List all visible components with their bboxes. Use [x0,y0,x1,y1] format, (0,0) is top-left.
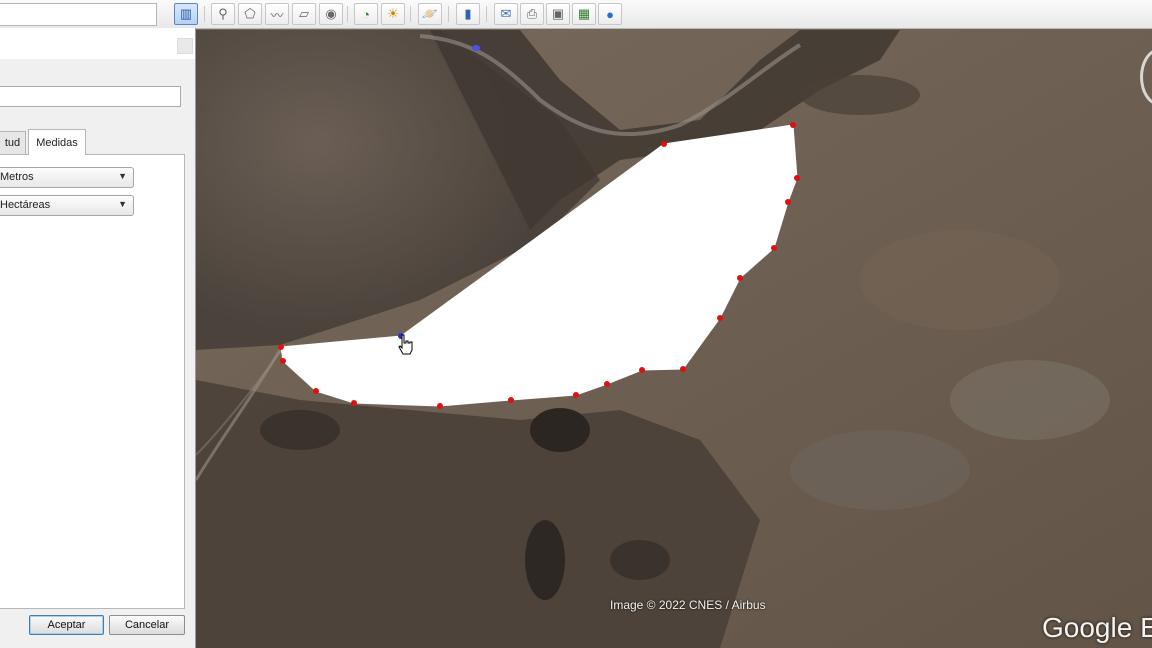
polygon-vertex [639,367,645,373]
earth-icon[interactable]: ● [598,3,622,25]
tab-altitude[interactable]: tud [0,131,26,154]
polygon-vertex [771,245,777,251]
dialog-title-strip [0,28,195,59]
polygon-vertex [313,388,319,394]
toolbar: ▥ ⚲ ⬠ 〰 ▱ ◉ ◔ ☀ 🪐 ▮ ✉ ⎙ ▣ ▦ ● [0,0,1152,29]
length-unit-select[interactable]: Metros ▼ [0,167,134,188]
blue-map-marker [472,45,480,51]
dialog-icon-button[interactable] [177,38,193,54]
tab-measurements[interactable]: Medidas [28,129,86,155]
sunlight-icon[interactable]: ☀ [381,3,405,25]
polygon-vertex [351,400,357,406]
toolbar-separator [204,6,205,22]
measurements-panel [0,154,185,609]
add-path-icon[interactable]: 〰 [265,3,289,25]
polygon-vertex [437,403,443,409]
polygon-vertex [790,122,796,128]
toolbar-search-field[interactable] [0,3,157,26]
add-placemark-icon[interactable]: ⚲ [211,3,235,25]
polygon-vertex [785,199,791,205]
chevron-down-icon: ▼ [118,171,127,181]
print-icon[interactable]: ⎙ [520,3,544,25]
polygon-vertex [794,175,800,181]
toolbar-separator [486,6,487,22]
add-polygon-icon[interactable]: ⬠ [238,3,262,25]
hand-cursor-icon [397,334,415,361]
polygon-vertex [573,392,579,398]
google-earth-logo: Google Earth [1042,612,1152,643]
polygon-vertex [278,344,284,350]
historical-imagery-icon[interactable]: ◔ [354,3,378,25]
length-unit-value: Metros [0,171,34,183]
switch-to-sky-icon[interactable]: 🪐 [418,3,442,25]
polygon-vertex [604,381,610,387]
polygon-vertex [717,315,723,321]
polygon-vertex [737,275,743,281]
polygon-vertex [280,358,286,364]
save-image-icon[interactable]: ▣ [546,3,570,25]
cancel-button[interactable]: Cancelar [109,615,185,635]
polygon-vertex [680,366,686,372]
record-tour-icon[interactable]: ◉ [319,3,343,25]
email-icon[interactable]: ✉ [494,3,518,25]
area-unit-select[interactable]: Hectáreas ▼ [0,195,134,216]
area-unit-value: Hectáreas [0,199,51,211]
sidebar-toggle-icon[interactable]: ▥ [174,3,198,25]
toolbar-separator [347,6,348,22]
imagery-attribution: Image © 2022 CNES / Airbus [610,598,766,612]
ruler-icon[interactable]: ▮ [456,3,480,25]
view-in-maps-icon[interactable]: ▦ [572,3,596,25]
polygon-properties-dialog: tud Medidas Metros ▼ Hectáreas ▼ Aceptar… [0,28,196,648]
toolbar-separator [410,6,411,22]
polygon-vertex [661,141,667,147]
add-image-overlay-icon[interactable]: ▱ [292,3,316,25]
polygon-vertex [508,397,514,403]
chevron-down-icon: ▼ [118,199,127,209]
toolbar-separator [448,6,449,22]
name-input[interactable] [0,86,181,107]
accept-button[interactable]: Aceptar [29,615,104,635]
